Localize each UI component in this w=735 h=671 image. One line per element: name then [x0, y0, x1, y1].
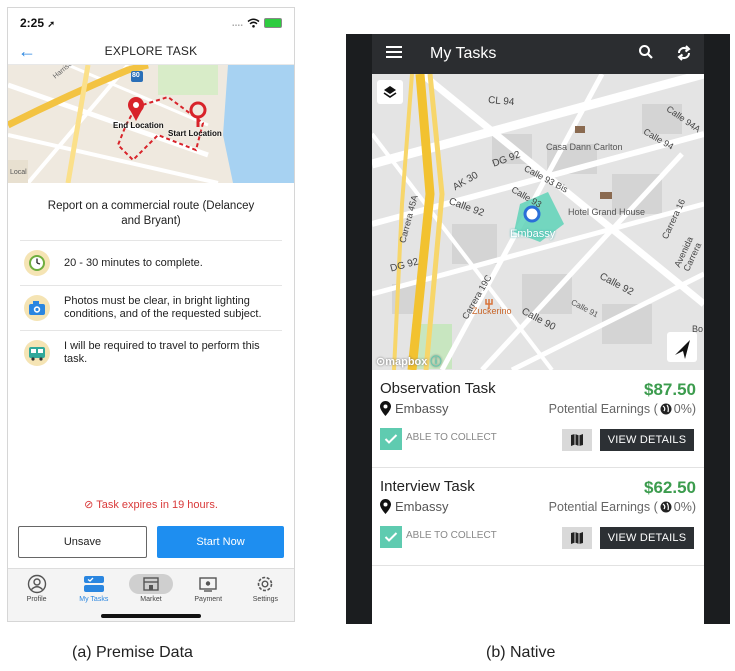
task-price: $87.50: [644, 380, 696, 399]
action-buttons: Unsave Start Now: [18, 526, 284, 558]
view-details-button[interactable]: VIEW DETAILS: [600, 527, 694, 549]
able-to-collect-label: ABLE TO COLLECT: [406, 432, 497, 443]
task-card[interactable]: Interview Task $62.50 Embassy Potential …: [372, 468, 704, 566]
back-arrow-icon[interactable]: ←: [18, 41, 36, 62]
camera-icon: [24, 295, 50, 321]
map-poi-label: Zuckerino: [472, 306, 512, 316]
tab-label: Settings: [252, 596, 279, 603]
checkmark-icon: [384, 532, 398, 542]
checkmark-icon: [384, 434, 398, 444]
requirement-text: I will be required to travel to perform …: [64, 340, 260, 365]
battery-icon: [264, 18, 282, 28]
status-bar: 2:25 ➚ ....: [8, 8, 294, 38]
wifi-icon: [247, 18, 260, 28]
tasks-icon: [81, 574, 107, 594]
task-location: Embassy: [380, 401, 448, 416]
task-name: Observation Task: [380, 380, 496, 397]
task-route-map[interactable]: Harrison St 80 End Location Start Locati…: [8, 65, 294, 183]
collect-checkbox[interactable]: [380, 526, 402, 548]
location-pin-icon: [380, 499, 391, 514]
clock-icon: [24, 250, 50, 276]
requirement-text: 20 - 30 minutes to complete.: [64, 256, 203, 269]
map-start-label: Start Location: [168, 129, 222, 138]
caption-premise-data: (a) Premise Data: [72, 644, 193, 661]
payment-icon: [195, 574, 221, 594]
potential-earnings: Potential Earnings ( 0%): [548, 500, 696, 514]
collect-checkbox[interactable]: [380, 428, 402, 450]
premise-phone-screen: 2:25 ➚ .... ← EXPLORE TASK 80 End Locati…: [7, 7, 295, 622]
locate-me-icon[interactable]: [667, 332, 697, 362]
requirement-item: 20 - 30 minutes to complete.: [20, 240, 282, 285]
layers-icon[interactable]: [383, 85, 397, 104]
settings-icon: [252, 574, 278, 594]
info-icon[interactable]: ⓘ: [430, 356, 441, 368]
tab-profile[interactable]: Profile: [8, 569, 65, 621]
task-card[interactable]: Observation Task $87.50 Embassy Potentia…: [372, 370, 704, 468]
tab-label: My Tasks: [79, 596, 109, 603]
sync-icon[interactable]: [676, 44, 692, 67]
map-highway-label: 80: [132, 72, 140, 79]
search-icon[interactable]: [638, 44, 654, 65]
map-street-label: Bo: [692, 324, 704, 334]
tab-label: Profile: [26, 596, 47, 603]
requirements-list: 20 - 30 minutes to complete. Photos must…: [8, 240, 294, 375]
tab-label: Market: [140, 596, 162, 603]
home-indicator: [101, 614, 201, 618]
profile-icon: [24, 574, 50, 594]
caption-native: (b) Native: [486, 644, 556, 661]
expiry-text: Task expires in 19 hours.: [96, 499, 218, 511]
status-icons: ....: [232, 18, 282, 29]
start-now-button[interactable]: Start Now: [157, 526, 284, 558]
task-location: Embassy: [380, 499, 448, 514]
header-title: My Tasks: [430, 45, 497, 62]
globe-icon: [660, 403, 672, 415]
location-pin-icon: [380, 401, 391, 416]
task-expiry-notice: ⊘ Task expires in 19 hours.: [8, 498, 294, 511]
map-poi-label: Hotel Grand House: [568, 207, 646, 217]
bus-icon: [24, 340, 50, 366]
map-corner-label: Local: [10, 169, 27, 176]
hamburger-menu-icon[interactable]: [386, 45, 402, 64]
map-end-label: End Location: [113, 121, 164, 130]
globe-icon: [660, 501, 672, 513]
requirement-item: I will be required to travel to perform …: [20, 330, 282, 375]
alarm-clock-icon: ⊘: [84, 499, 94, 511]
show-on-map-button[interactable]: [562, 429, 592, 451]
task-price: $62.50: [644, 478, 696, 497]
potential-earnings: Potential Earnings ( 0%): [548, 402, 696, 416]
map-icon: [571, 434, 583, 446]
status-time: 2:25 ➚: [20, 16, 55, 30]
signal-dots: ....: [231, 17, 243, 29]
native-phone-frame: My Tasks CL 94 Calle 94A Calle 94 DG 92 …: [346, 34, 730, 624]
tab-settings[interactable]: Settings: [237, 569, 294, 621]
able-to-collect-label: ABLE TO COLLECT: [406, 530, 497, 541]
page-title: EXPLORE TASK: [104, 44, 198, 58]
unsave-button[interactable]: Unsave: [18, 526, 147, 558]
task-name: Interview Task: [380, 478, 475, 495]
report-title: Report on a commercial route (Delancey a…: [47, 200, 255, 227]
tasks-map[interactable]: CL 94 Calle 94A Calle 94 DG 92 AK 30 Cal…: [372, 74, 704, 370]
map-poi-label: Casa Dann Carlton: [546, 142, 623, 152]
view-details-button[interactable]: VIEW DETAILS: [600, 429, 694, 451]
nav-bar: ← EXPLORE TASK: [8, 38, 294, 65]
mapbox-attribution: ⊙mapbox ⓘ: [376, 356, 442, 368]
requirement-item: Photos must be clear, in bright lighting…: [20, 285, 282, 330]
show-on-map-button[interactable]: [562, 527, 592, 549]
app-header: My Tasks: [372, 34, 704, 74]
map-poi-label: Embassy: [510, 228, 556, 240]
market-icon: [129, 574, 173, 594]
tab-label: Payment: [194, 596, 223, 603]
map-street-label: CL 94: [487, 94, 515, 109]
native-phone-screen: My Tasks CL 94 Calle 94A Calle 94 DG 92 …: [372, 34, 704, 624]
requirement-text: Photos must be clear, in bright lighting…: [64, 295, 262, 320]
map-icon: [571, 532, 583, 544]
